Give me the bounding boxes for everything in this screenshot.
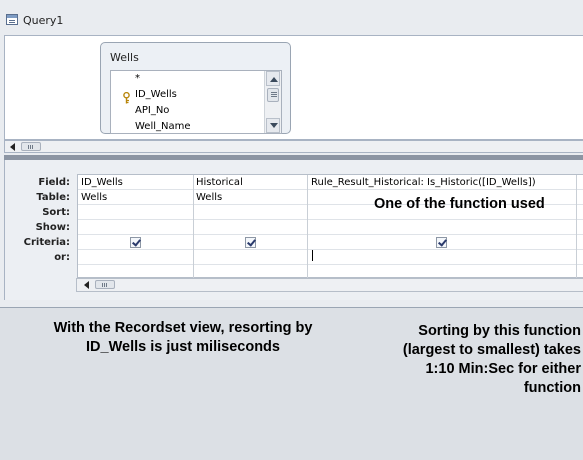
field-list-item-well-name[interactable]: Well_Name (135, 121, 191, 132)
scroll-thumb[interactable] (267, 88, 279, 102)
row-label-or: or: (54, 252, 70, 263)
scroll-left-button[interactable] (6, 141, 19, 152)
wells-table-box[interactable]: Wells * ID_Wells API_No Well_Name (100, 42, 291, 134)
grip-icon (102, 283, 103, 287)
query-title-bar[interactable]: Query1 (0, 10, 583, 30)
table-pane-hscrollbar[interactable] (4, 140, 583, 153)
scroll-down-button[interactable] (266, 118, 280, 133)
sorting-annotation-line: (largest to smallest) takes (402, 342, 581, 358)
scroll-down-arrow-icon (270, 123, 278, 128)
sorting-annotation-line: function (523, 380, 581, 396)
scroll-left-button[interactable] (80, 279, 93, 290)
grip-icon (28, 145, 29, 149)
row-label-sort: Sort: (42, 207, 70, 218)
primary-key-icon (123, 92, 130, 104)
grid-cell-field-3[interactable]: Rule_Result_Historical: Is_Historic([ID_… (311, 177, 536, 188)
recordset-annotation-line: ID_Wells is just miliseconds (86, 339, 280, 355)
sorting-annotation-line: Sorting by this function (418, 323, 581, 339)
field-list-scrollbar[interactable] (264, 71, 281, 133)
query-icon (6, 14, 18, 25)
recordset-annotation-line: With the Recordset view, resorting by (53, 320, 313, 336)
show-checkbox-1[interactable] (130, 237, 141, 248)
grid-cell-field-1[interactable]: ID_Wells (81, 177, 123, 188)
row-label-criteria: Criteria: (23, 237, 70, 248)
hscroll-thumb[interactable] (21, 142, 41, 151)
sorting-annotation: Sorting by this function (largest to sma… (385, 322, 581, 398)
field-list-item-api-no[interactable]: API_No (135, 105, 169, 116)
field-list[interactable]: * ID_Wells API_No Well_Name (110, 70, 282, 134)
grid-cell-table-1[interactable]: Wells (81, 192, 107, 203)
row-label-table: Table: (36, 192, 70, 203)
show-checkbox-2[interactable] (245, 237, 256, 248)
hscroll-thumb[interactable] (95, 280, 115, 289)
design-grid-hscrollbar[interactable] (76, 278, 583, 292)
text-cursor (312, 250, 313, 261)
design-grid[interactable]: ID_Wells Wells Historical Wells Rule_Res… (77, 174, 583, 278)
row-label-show: Show: (35, 222, 70, 233)
grid-cell-table-2[interactable]: Wells (196, 192, 222, 203)
query-design-window: Query1 Wells * ID_Wells API_No Well_Name (0, 0, 583, 308)
grid-cell-field-2[interactable]: Historical (196, 177, 243, 188)
row-label-field: Field: (38, 177, 70, 188)
scroll-up-arrow-icon (270, 77, 278, 82)
scroll-left-arrow-icon (10, 143, 15, 151)
table-box-title: Wells (110, 51, 139, 64)
scroll-up-button[interactable] (266, 71, 280, 86)
show-checkbox-3[interactable] (436, 237, 447, 248)
scroll-left-arrow-icon (84, 281, 89, 289)
field-list-item-id-wells[interactable]: ID_Wells (135, 89, 177, 100)
recordset-annotation: With the Recordset view, resorting by ID… (28, 319, 338, 357)
table-pane[interactable]: Wells * ID_Wells API_No Well_Name (4, 35, 583, 140)
field-list-item-all[interactable]: * (135, 73, 140, 84)
query-title: Query1 (23, 14, 64, 27)
function-annotation: One of the function used (374, 196, 545, 212)
grip-icon (271, 92, 277, 93)
sorting-annotation-line: 1:10 Min:Sec for either (425, 361, 581, 377)
